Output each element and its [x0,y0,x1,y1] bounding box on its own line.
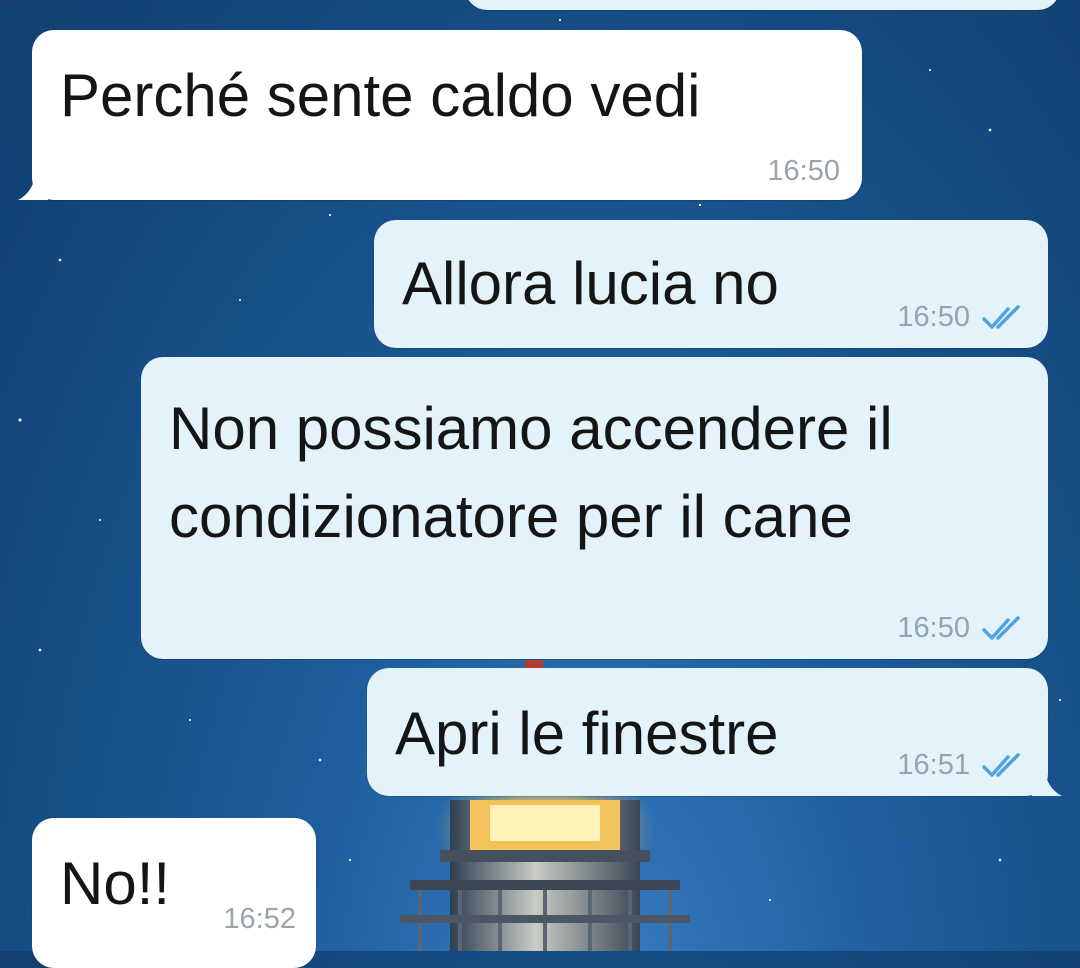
message-text: Apri le finestre [395,700,779,767]
message-text: Perché sente caldo vedi [60,62,701,129]
message-text: Allora lucia no [402,250,779,317]
previous-message-bubble[interactable] [465,0,1060,10]
message-meta: 16:51 [897,749,1026,782]
message-bubble-incoming[interactable]: No!! 16:52 [32,818,316,968]
message-bubble-outgoing[interactable]: Apri le finestre 16:51 [367,668,1062,796]
message-bubble-outgoing[interactable]: Non possiamo accendere il condizionatore… [141,357,1048,659]
message-timestamp: 16:50 [767,155,840,187]
message-meta: 16:50 [897,612,1026,645]
double-check-icon [982,615,1020,640]
message-timestamp: 16:52 [223,903,296,935]
message-time: 16:52 [223,903,296,936]
message-text: No!! [60,850,171,917]
message-bubble-incoming[interactable]: Perché sente caldo vedi 16:50 [18,30,862,200]
message-bubble-outgoing[interactable]: Allora lucia no 16:50 [374,220,1048,348]
double-check-icon [982,304,1020,329]
message-text: Non possiamo accendere il condizionatore… [169,395,910,550]
bubble-tail [1032,766,1062,796]
double-check-icon [982,752,1020,777]
bubble-tail [18,170,48,200]
message-meta: 16:50 [897,301,1026,334]
message-timestamp: 16:51 [897,749,970,781]
message-time: 16:50 [767,155,840,188]
message-timestamp: 16:50 [897,612,970,644]
message-timestamp: 16:50 [897,301,970,333]
